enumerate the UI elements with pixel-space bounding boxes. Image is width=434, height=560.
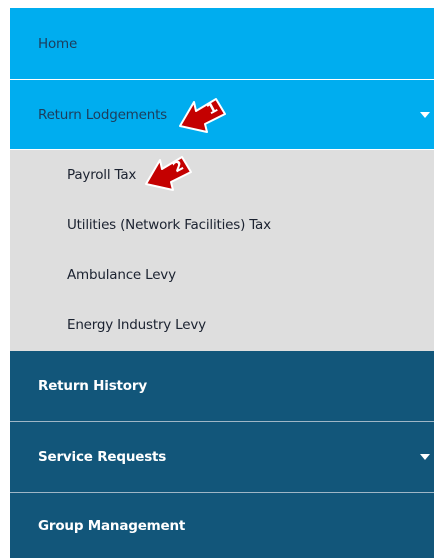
- callout-arrow-1-icon: 1: [179, 98, 226, 133]
- submenu-item-energy-industry-levy[interactable]: Energy Industry Levy: [10, 300, 434, 350]
- nav-item-return-history[interactable]: Return History: [10, 351, 434, 422]
- submenu-item-label: Utilities (Network Facilities) Tax: [67, 217, 271, 233]
- nav-item-label: Service Requests: [38, 449, 167, 465]
- nav-item-service-requests[interactable]: Service Requests: [10, 422, 434, 493]
- submenu-item-payroll-tax[interactable]: Payroll Tax: [10, 150, 434, 200]
- chevron-down-icon[interactable]: [420, 454, 430, 460]
- nav-item-home[interactable]: Home: [10, 8, 434, 80]
- nav-item-label: Group Management: [38, 517, 186, 534]
- submenu-item-ambulance-levy[interactable]: Ambulance Levy: [10, 250, 434, 300]
- submenu-item-label: Energy Industry Levy: [67, 317, 206, 333]
- nav-item-label: Home: [38, 35, 78, 52]
- nav-item-group-management[interactable]: Group Management: [10, 493, 434, 558]
- nav-item-label: Return Lodgements: [38, 106, 168, 123]
- return-lodgements-submenu: Payroll Tax Utilities (Network Facilitie…: [10, 150, 434, 351]
- nav-item-label: Return History: [38, 378, 147, 394]
- submenu-item-label: Payroll Tax: [67, 167, 137, 183]
- submenu-item-label: Ambulance Levy: [67, 267, 176, 283]
- chevron-down-icon[interactable]: [420, 111, 430, 118]
- submenu-item-utilities-tax[interactable]: Utilities (Network Facilities) Tax: [10, 200, 434, 250]
- callout-arrow-2-icon: 2: [145, 156, 192, 191]
